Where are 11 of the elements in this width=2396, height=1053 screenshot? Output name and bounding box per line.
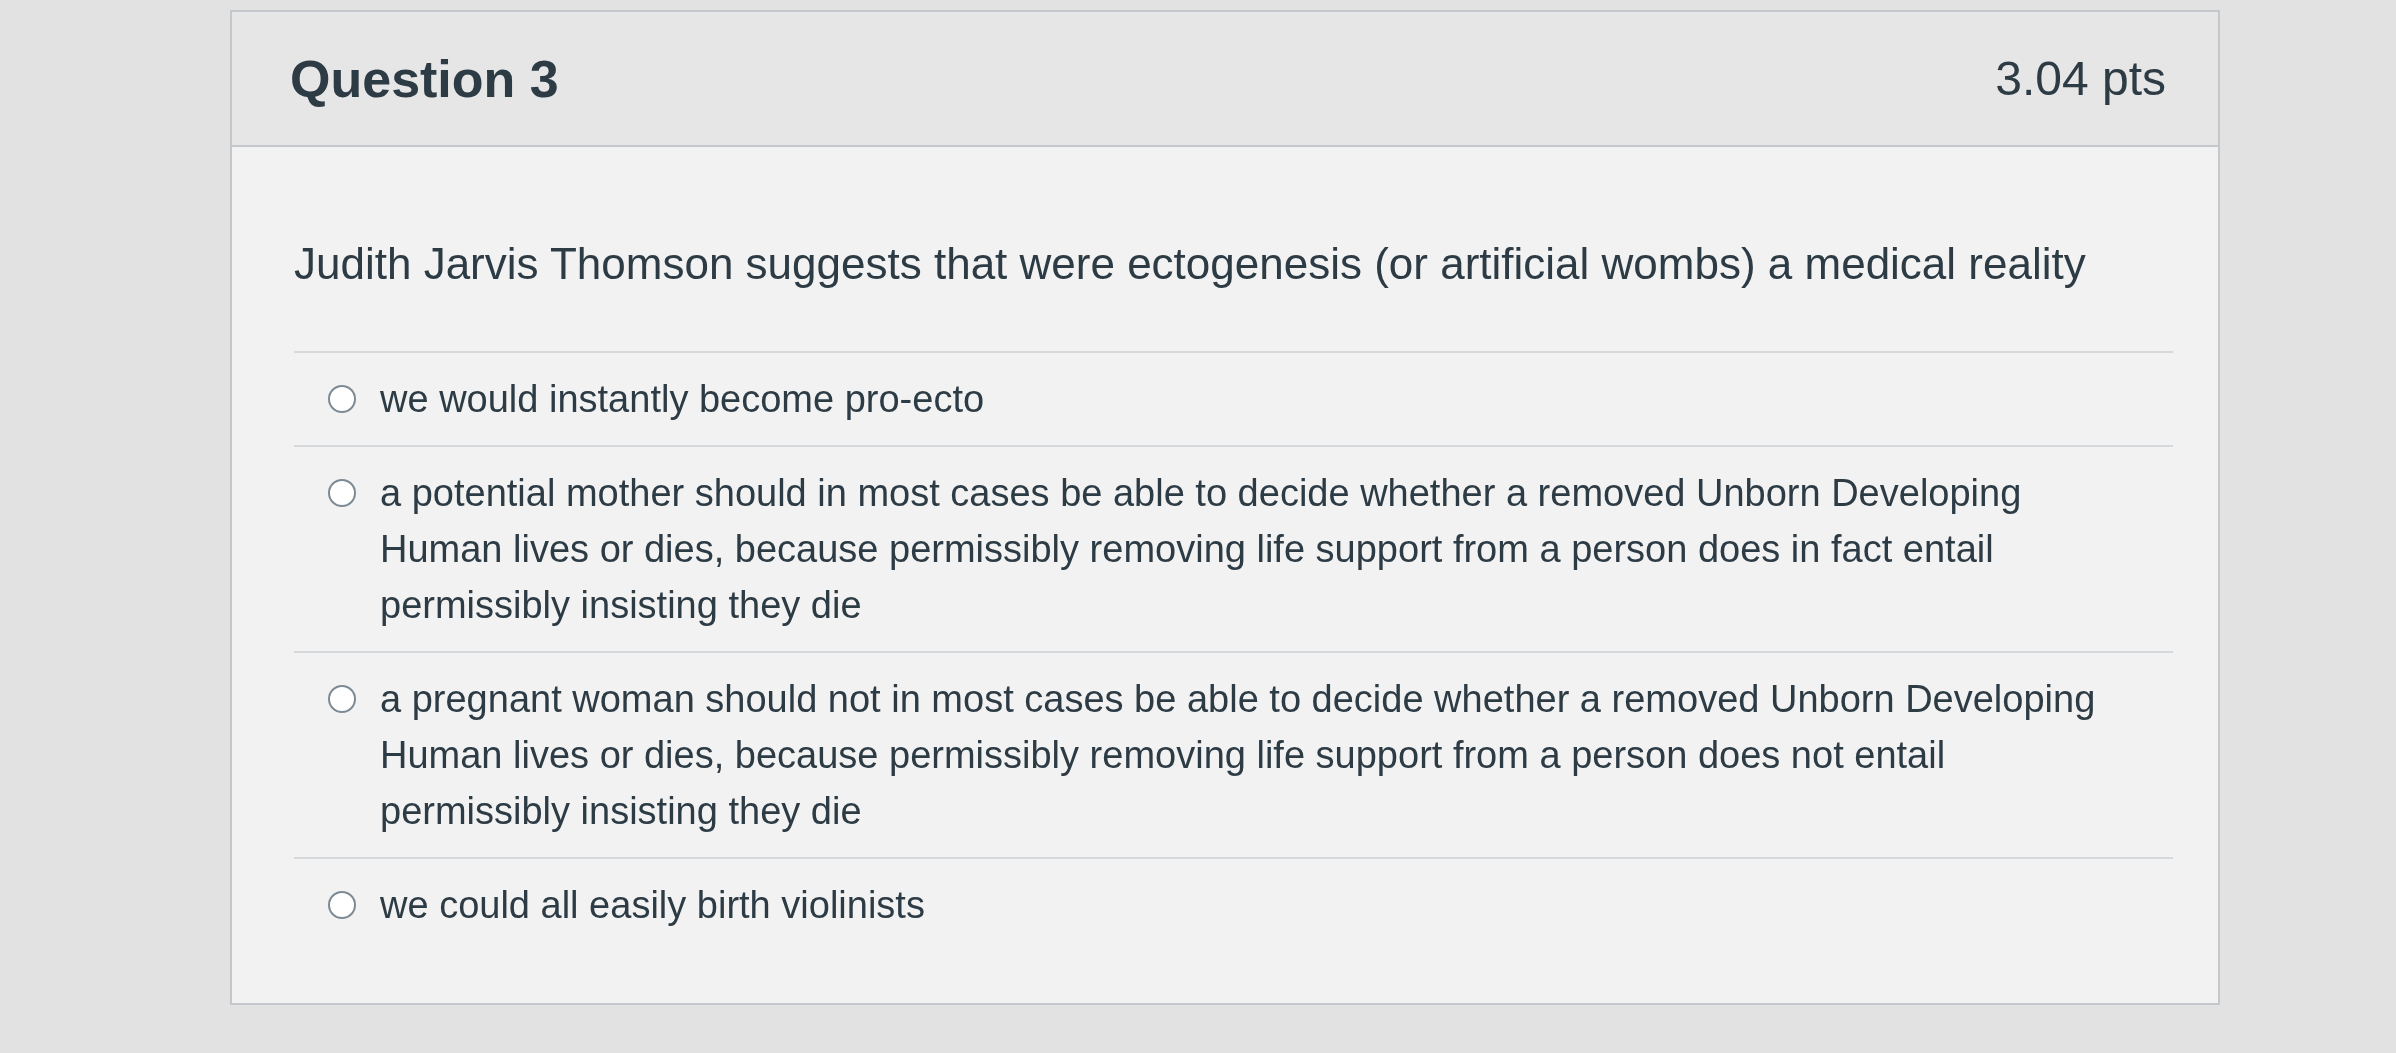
radio-button[interactable] <box>328 685 356 713</box>
question-title: Question 3 <box>290 48 559 109</box>
points-label: 3.04 pts <box>1995 51 2166 106</box>
answer-option-text[interactable]: we could all easily birth violinists <box>380 877 925 933</box>
radio-button[interactable] <box>328 479 356 507</box>
question-text: Judith Jarvis Thomson suggests that were ectogenesis (or artificial wombs) a medical reality <box>294 238 2087 290</box>
answer-option-text[interactable]: a pregnant woman should not in most cases be able to decide whether a removed Unborn Developing Human lives or dies, because permissibly removing life support from a person does not entail permissibly insisting they die <box>380 671 2120 839</box>
answer-option-text[interactable]: we would instantly become pro-ecto <box>380 371 985 427</box>
radio-button[interactable] <box>328 385 356 413</box>
radio-button[interactable] <box>328 891 356 919</box>
answer-option-text[interactable]: a potential mother should in most cases be able to decide whether a removed Unborn Developing Human lives or dies, because permissibly removing life support from a person does in fact entail permissibly insisting they die <box>380 465 2120 633</box>
